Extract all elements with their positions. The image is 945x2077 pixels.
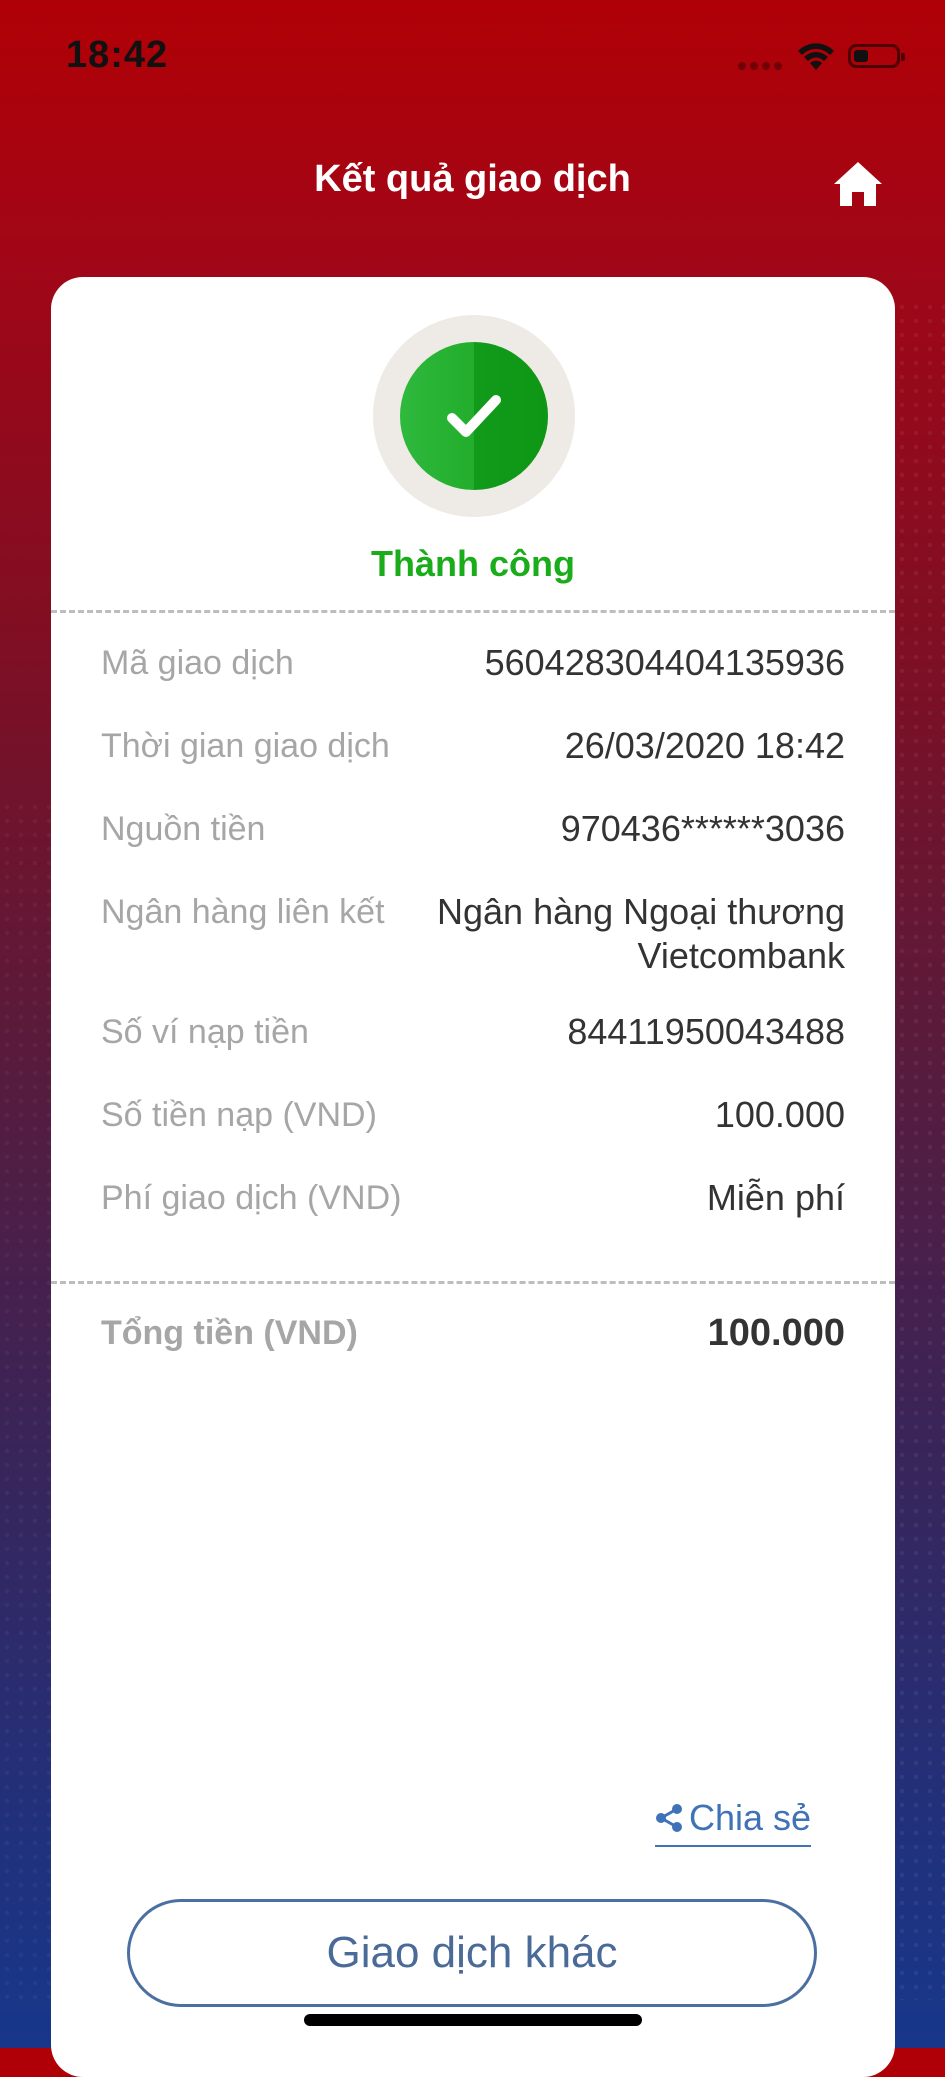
status-bar: 18:42 [0,0,945,110]
detail-label: Phí giao dịch (VND) [101,1179,402,1217]
success-status-badge [373,315,575,517]
detail-label: Số ví nạp tiền [101,1013,309,1051]
detail-label: Mã giao dịch [101,644,294,682]
bank-name-line1: Ngân hàng Ngoại thương [437,891,845,932]
other-transaction-button[interactable]: Giao dịch khác [127,1899,817,2007]
detail-value: 26/03/2020 18:42 [564,725,845,766]
wifi-icon [798,43,834,70]
detail-value: 100.000 [714,1094,845,1135]
detail-label: Nguồn tiền [101,810,266,848]
share-icon [656,1804,682,1832]
share-label: Chia sẻ [689,1797,812,1838]
transaction-result-card: Thành công Mã giao dịch 5604283044041359… [51,277,895,2077]
detail-row-topup-amount: Số tiền nạp (VND) 100.000 [101,1093,845,1137]
checkmark-icon [447,395,501,437]
status-time: 18:42 [66,34,169,76]
detail-row-linked-bank: Ngân hàng liên kết Ngân hàng Ngoại thươn… [101,890,845,978]
share-link[interactable]: Chia sẻ [655,1797,812,1847]
detail-label: Ngân hàng liên kết [101,893,385,931]
dashed-divider [51,610,895,613]
detail-row-transaction-id: Mã giao dịch 560428304404135936 [101,641,845,685]
detail-row-transaction-time: Thời gian giao dịch 26/03/2020 18:42 [101,724,845,768]
total-value: 100.000 [707,1312,845,1354]
page-title: Kết quả giao dịch [314,158,631,200]
total-row: Tổng tiền (VND) 100.000 [101,1311,845,1355]
status-text: Thành công [371,543,575,584]
cellular-signal-icon [738,62,788,70]
detail-row-transaction-fee: Phí giao dịch (VND) Miễn phí [101,1176,845,1220]
detail-row-funding-source: Nguồn tiền 970436******3036 [101,807,845,851]
home-indicator[interactable] [304,2014,642,2026]
detail-value: 970436******3036 [560,808,845,849]
total-label: Tổng tiền (VND) [101,1314,358,1352]
detail-label: Số tiền nạp (VND) [101,1096,377,1134]
detail-value: Miễn phí [706,1177,845,1218]
battery-icon [848,44,905,68]
dashed-divider [51,1281,895,1284]
home-icon[interactable] [832,158,884,210]
detail-value: Ngân hàng Ngoại thương Vietcombank [437,890,845,978]
bank-name-line2: Vietcombank [637,935,845,976]
detail-value: 560428304404135936 [484,642,845,683]
detail-row-wallet-number: Số ví nạp tiền 84411950043488 [101,1010,845,1054]
detail-value: 84411950043488 [567,1011,845,1052]
detail-label: Thời gian giao dịch [101,727,390,765]
